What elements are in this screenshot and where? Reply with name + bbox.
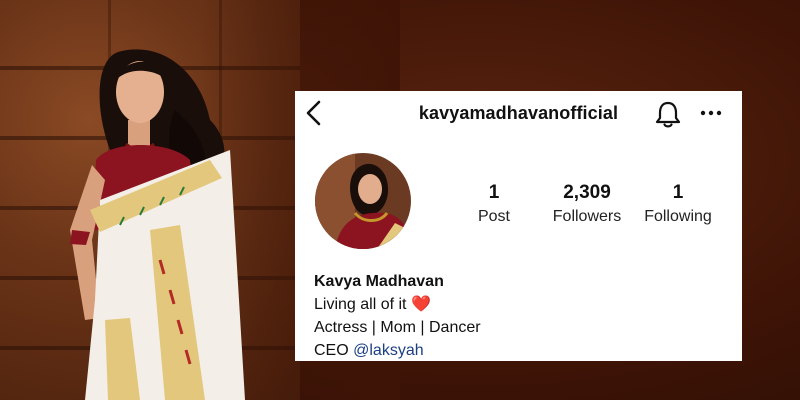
followers-label: Followers bbox=[552, 208, 622, 225]
bio-line-1-text: Living all of it bbox=[314, 296, 407, 313]
profile-header: kavyamadhavanofficial bbox=[295, 91, 742, 137]
followers-value: 2,309 bbox=[563, 182, 611, 203]
followers-count[interactable]: 2,309 Followers bbox=[542, 182, 632, 227]
bio-line-3-prefix: CEO bbox=[314, 342, 349, 359]
bio-line-3: CEO @laksyah bbox=[314, 339, 734, 362]
following-label: Following bbox=[644, 208, 712, 225]
heart-emoji: ❤️ bbox=[410, 296, 431, 313]
bio-line-1: Living all of it ❤️ bbox=[314, 293, 734, 316]
avatar-photo bbox=[315, 153, 411, 249]
woman-in-saree-photo bbox=[70, 49, 245, 400]
profile-avatar[interactable] bbox=[315, 153, 411, 249]
more-options-button[interactable] bbox=[699, 101, 723, 125]
posts-value: 1 bbox=[488, 182, 500, 203]
bell-icon bbox=[655, 101, 681, 128]
mention-link[interactable]: @laksyah bbox=[353, 342, 424, 359]
notifications-button[interactable] bbox=[654, 99, 682, 129]
posts-label: Post bbox=[477, 208, 510, 225]
profile-card: kavyamadhavanofficial 1 Post 2,309 Follo… bbox=[295, 91, 742, 361]
posts-count[interactable]: 1 Post bbox=[464, 182, 524, 227]
bio-display-name: Kavya Madhavan bbox=[314, 273, 444, 290]
following-value: 1 bbox=[672, 182, 684, 203]
profile-bio: Kavya Madhavan Living all of it ❤️ Actre… bbox=[314, 271, 734, 362]
bio-line-2: Actress | Mom | Dancer bbox=[314, 319, 481, 336]
following-count[interactable]: 1 Following bbox=[633, 182, 723, 227]
more-horizontal-icon bbox=[700, 110, 722, 116]
